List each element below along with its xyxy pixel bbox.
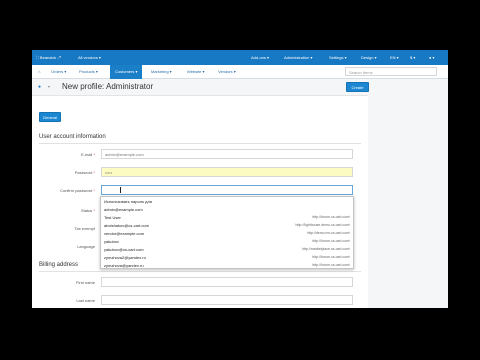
administration-menu[interactable]: Administration ▾ xyxy=(284,55,312,60)
section-divider xyxy=(39,143,361,144)
language-menu-label: EN xyxy=(390,55,396,60)
last-name-label: Last name xyxy=(76,298,95,303)
page-title: New profile: Administrator xyxy=(62,82,154,91)
nav-orders-label: Orders xyxy=(51,69,64,74)
status-label: Status * xyxy=(80,208,95,213)
autocomplete-item[interactable]: abolshakov@cs-cart.com http://lighthouse.… xyxy=(101,222,353,229)
design-menu-label: Design xyxy=(361,55,374,60)
billing-section-title: Billing address xyxy=(39,262,79,268)
first-name-field[interactable] xyxy=(101,277,353,287)
create-button[interactable]: Create xyxy=(346,82,369,92)
back-icon[interactable]: ● xyxy=(38,84,41,90)
password-field[interactable]: ••••• xyxy=(101,167,353,177)
user-icon[interactable]: ● ▾ xyxy=(429,55,435,60)
nav-customers-label: Customers xyxy=(115,69,135,74)
home-icon[interactable]: ⌂ xyxy=(38,69,40,74)
email-label: E-mail * xyxy=(80,152,95,157)
store-selector[interactable]: ⛶ Bearwick ↗ xyxy=(36,55,60,60)
search-input[interactable]: Search Items xyxy=(345,67,437,76)
administration-menu-label: Administration xyxy=(284,55,310,60)
email-field[interactable]: admin@example.com xyxy=(101,149,353,159)
autocomplete-item[interactable]: zymzhova2@yandex.ru http://forum.cs-cart.… xyxy=(101,254,353,261)
autocomplete-item[interactable]: admin@example.com xyxy=(101,206,353,213)
nav-vendors[interactable]: Vendors ▾ xyxy=(218,69,236,74)
autocomplete-dropdown: Использовать пароль для admin@example.co… xyxy=(100,196,354,269)
nav-marketing-label: Marketing xyxy=(151,69,169,74)
autocomplete-item[interactable]: Test User http://forum.cs-cart.com/ xyxy=(101,214,353,221)
store-name: Bearwick xyxy=(39,55,57,60)
currency-menu-label: $ xyxy=(410,55,413,60)
nav-website-label: Website xyxy=(187,69,202,74)
billing-divider xyxy=(39,271,361,272)
nav-products[interactable]: Products ▾ xyxy=(79,69,98,74)
nav-products-label: Products xyxy=(79,69,95,74)
autocomplete-item[interactable]: yakubov http://forum.cs-cart.com/ xyxy=(101,238,353,245)
autocomplete-item[interactable]: yakubov@cs-cart.com http://marketplace.cs… xyxy=(101,246,353,253)
page-header: ● ▾ New profile: Administrator Create xyxy=(32,79,448,95)
side-panel xyxy=(368,95,448,308)
account-section-title: User account information xyxy=(39,134,106,140)
last-name-field[interactable] xyxy=(101,295,353,305)
nav-marketing[interactable]: Marketing ▾ xyxy=(151,69,172,74)
language-label: Language xyxy=(77,244,95,249)
tax-exempt-label: Tax exempt xyxy=(74,226,95,231)
currency-menu[interactable]: $ ▾ xyxy=(410,55,415,60)
tab-general[interactable]: General xyxy=(39,112,61,122)
nav-website[interactable]: Website ▾ xyxy=(187,69,205,74)
language-menu[interactable]: EN ▾ xyxy=(390,55,399,60)
first-name-label: First name xyxy=(76,280,95,285)
gear-dropdown-icon[interactable]: ▾ xyxy=(48,84,50,89)
settings-menu[interactable]: Settings ▾ xyxy=(329,55,347,60)
text-cursor xyxy=(120,187,121,193)
password-label: Password * xyxy=(74,170,95,175)
autocomplete-item[interactable]: zymzhova@yandex.ru http://forum.cs-cart.c… xyxy=(101,262,353,269)
main-nav: ⌂ Orders ▾ Products ▾ Customers ▾ Market… xyxy=(32,65,448,79)
design-menu[interactable]: Design ▾ xyxy=(361,55,377,60)
addons-menu[interactable]: Add-ons ▾ xyxy=(251,55,269,60)
autocomplete-item[interactable]: Использовать пароль для xyxy=(101,198,353,205)
vendor-selector-label: All vendors xyxy=(78,55,98,60)
vendor-selector[interactable]: All vendors ▾ xyxy=(78,55,101,60)
confirm-password-label: Confirm password * xyxy=(60,188,95,193)
nav-orders[interactable]: Orders ▾ xyxy=(51,69,66,74)
confirm-password-field[interactable] xyxy=(101,185,353,195)
settings-menu-label: Settings xyxy=(329,55,344,60)
autocomplete-item[interactable]: vendor@example.com http://demo.mv.cs-cart… xyxy=(101,230,353,237)
nav-customers[interactable]: Customers ▾ xyxy=(110,65,143,79)
top-bar: ⛶ Bearwick ↗ All vendors ▾ Add-ons ▾ Adm… xyxy=(32,50,448,65)
nav-vendors-label: Vendors xyxy=(218,69,233,74)
addons-menu-label: Add-ons xyxy=(251,55,266,60)
admin-screen: ⛶ Bearwick ↗ All vendors ▾ Add-ons ▾ Adm… xyxy=(32,50,448,308)
